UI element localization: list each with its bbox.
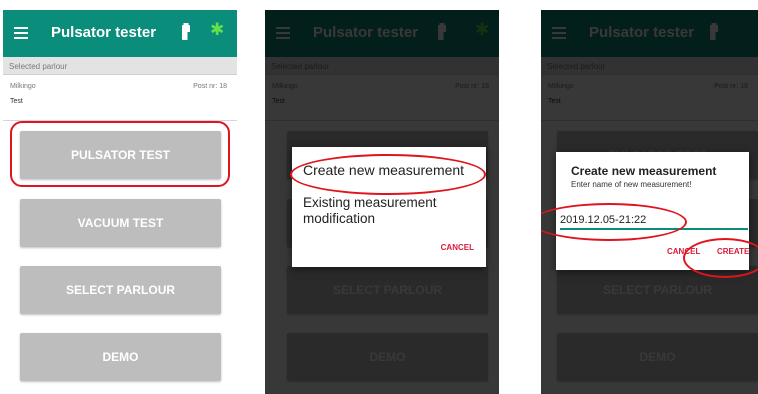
pulsator-test-button[interactable]: PULSATOR TEST (20, 131, 221, 179)
post-number: Post nr: 18 (193, 83, 227, 90)
selected-parlour-label: Selected parlour (9, 62, 68, 71)
vacuum-test-button[interactable]: VACUUM TEST (20, 199, 221, 247)
dialog-title: Create new measurement (571, 164, 717, 178)
hamburger-menu-icon[interactable] (14, 27, 28, 39)
bluetooth-icon: ✱ (210, 20, 225, 40)
name-entry-screen: Pulsator tester Selected parlour Milking… (541, 10, 758, 394)
create-button[interactable]: CREATE (717, 247, 749, 256)
cancel-button[interactable]: CANCEL (667, 247, 700, 256)
dialog-subtitle: Enter name of new measurement! (571, 180, 692, 189)
demo-button[interactable]: DEMO (20, 333, 221, 381)
select-parlour-button[interactable]: SELECT PARLOUR (20, 266, 221, 314)
choice-screen: Pulsator tester ✱ Selected parlour Milki… (265, 10, 499, 394)
new-measurement-dialog: Create new measurement Enter name of new… (556, 152, 749, 270)
main-screen: Pulsator tester ✱ Selected parlour Milki… (3, 10, 237, 394)
app-title: Pulsator tester (51, 24, 157, 41)
farm-name: Milkingo (10, 83, 36, 90)
create-new-measurement-option[interactable]: Create new measurement (303, 162, 464, 178)
cancel-button[interactable]: CANCEL (441, 243, 474, 252)
selected-parlour-bar: Selected parlour (3, 57, 237, 75)
app-bar: Pulsator tester ✱ (3, 10, 237, 57)
battery-icon (182, 23, 191, 40)
measurement-name-input[interactable]: 2019.12.05-21:22 (560, 212, 748, 230)
parlour-info: Milkingo Post nr: 18 Test (3, 75, 237, 121)
existing-measurement-option[interactable]: Existing measurement modification (303, 195, 473, 227)
test-name: Test (10, 98, 23, 105)
measurement-choice-dialog: Create new measurement Existing measurem… (292, 147, 486, 267)
